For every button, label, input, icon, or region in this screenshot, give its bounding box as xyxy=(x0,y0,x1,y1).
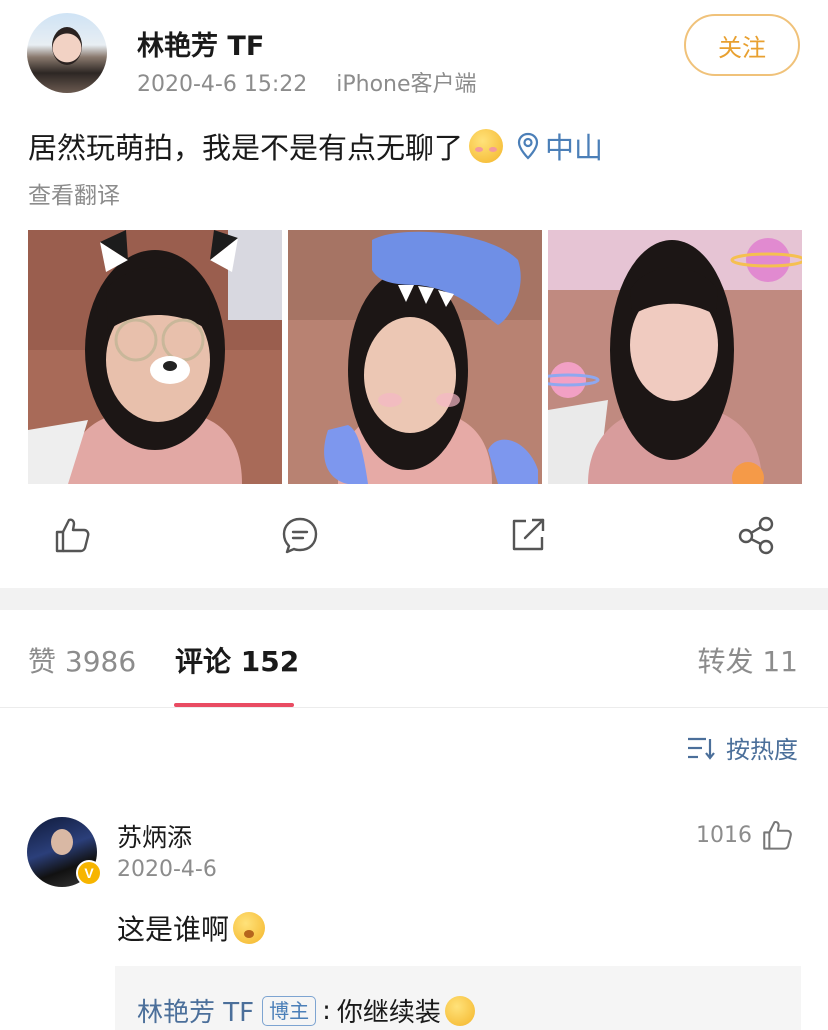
tabs-divider xyxy=(0,707,828,708)
post-photo-1[interactable] xyxy=(28,230,282,484)
tab-likes[interactable]: 赞 3986 xyxy=(28,640,136,680)
translate-link[interactable]: 查看翻译 xyxy=(28,176,120,210)
reply-preview[interactable]: 林艳芳 TF 博主 : 你继续装 xyxy=(115,966,801,1030)
commenter-name[interactable]: 苏炳添 xyxy=(117,818,192,854)
post-body: 居然玩萌拍，我是不是有点无聊了 xyxy=(28,131,464,165)
post-meta: 2020-4-6 15:22 iPhone客户端 xyxy=(137,66,477,98)
sort-icon xyxy=(688,737,715,760)
comment-text: 这是谁啊 xyxy=(117,908,266,948)
post-date: 2020-4-6 15:22 xyxy=(137,72,308,97)
repost-icon xyxy=(512,518,545,551)
smiling-face-with-hearts-icon xyxy=(469,129,504,163)
location-link[interactable]: 中山 xyxy=(517,125,603,167)
author-badge: 博主 xyxy=(262,995,317,1026)
location-pin-icon xyxy=(517,132,539,160)
sort-label: 按热度 xyxy=(726,736,798,764)
shushing-face-icon xyxy=(444,995,475,1026)
reply-author[interactable]: 林艳芳 TF xyxy=(137,992,254,1029)
section-separator xyxy=(0,588,828,610)
thumbs-up-icon xyxy=(55,518,90,553)
tab-reposts[interactable]: 转发 11 xyxy=(697,640,798,680)
comment-button[interactable] xyxy=(280,515,320,555)
share-button[interactable] xyxy=(736,515,776,555)
repost-button[interactable] xyxy=(508,515,548,555)
share-icon xyxy=(738,516,774,555)
thumbs-up-icon xyxy=(763,821,792,850)
reply-body: 你继续装 xyxy=(336,998,441,1028)
post-client: iPhone客户端 xyxy=(336,72,477,97)
post-author-name[interactable]: 林艳芳 TF xyxy=(137,24,264,63)
comment-bubble-icon xyxy=(282,517,318,554)
comment-like-count: 1016 xyxy=(696,822,752,848)
comment-like-button[interactable]: 1016 xyxy=(696,818,794,852)
follow-button[interactable]: 关注 xyxy=(684,14,800,76)
reply-separator: : xyxy=(322,995,331,1026)
post-text: 居然玩萌拍，我是不是有点无聊了 中山 xyxy=(28,125,603,167)
verified-badge-icon: V xyxy=(76,860,102,886)
post-photo-3[interactable] xyxy=(548,230,802,484)
comment-date: 2020-4-6 xyxy=(117,857,217,882)
post-author-avatar[interactable] xyxy=(27,13,107,93)
reply-line: 林艳芳 TF 博主 : 你继续装 xyxy=(137,992,475,1029)
tab-comments[interactable]: 评论 152 xyxy=(175,640,299,680)
comment-body: 这是谁啊 xyxy=(117,913,230,946)
like-button[interactable] xyxy=(52,515,92,555)
location-name: 中山 xyxy=(545,131,604,165)
sort-by-hot-button[interactable]: 按热度 xyxy=(686,730,798,765)
post-photo-2[interactable] xyxy=(288,230,542,484)
flushed-face-icon xyxy=(233,912,266,944)
